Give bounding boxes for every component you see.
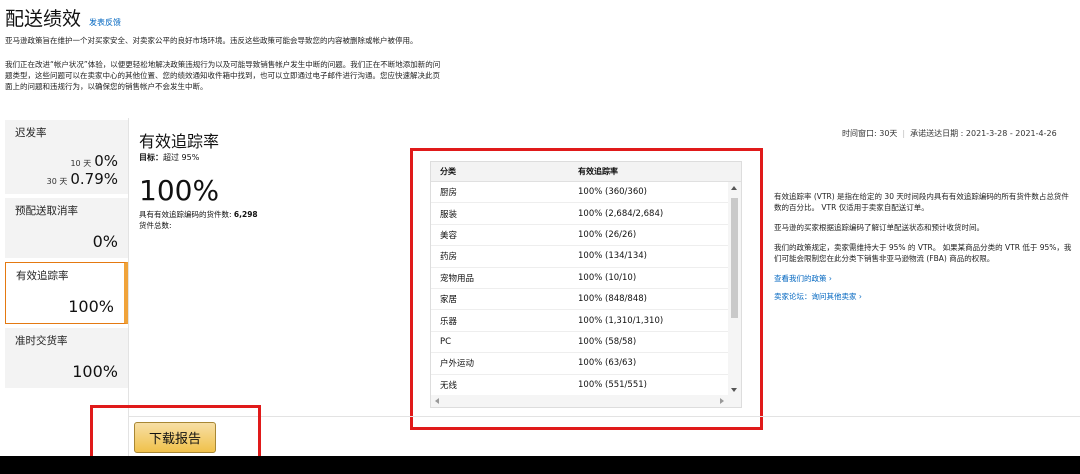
metric-value: 0.79% <box>70 170 118 188</box>
metric-pre-cancel[interactable]: 预配送取消率 0% <box>5 198 128 258</box>
period-label: 10 天 <box>70 159 92 168</box>
title-row: 配送绩效 发表反馈 <box>5 4 445 31</box>
metric-value: 0% <box>92 232 118 251</box>
goal-label: 目标： <box>139 153 163 162</box>
vtr-policy: 我们的政策规定，卖家需维持大于 95% 的 VTR。 如果某商品分类的 VTR … <box>774 243 1072 263</box>
rate-cell: 100% (63/63) <box>578 358 637 369</box>
period-label: 30 天 <box>46 177 68 186</box>
view-policy-link[interactable]: 查看我们的政策 › <box>774 273 1074 284</box>
category-cell: PC <box>440 336 452 347</box>
metric-label: 有效追踪率 <box>16 270 69 282</box>
table-header: 分类 有效追踪率 <box>431 162 741 182</box>
divider <box>128 416 1080 417</box>
table-row: 厨房 100% (360/360) <box>431 182 741 204</box>
scroll-up-icon[interactable] <box>731 186 737 190</box>
rate-cell: 100% (2,684/2,684) <box>578 208 664 219</box>
table-row: 乐器 100% (1,310/1,310) <box>431 310 741 332</box>
bottom-bar <box>0 456 1080 474</box>
metric-row-10d: 10 天 0% <box>15 152 118 170</box>
scroll-left-icon[interactable] <box>435 398 439 404</box>
table-row: 无线 100% (551/551) <box>431 375 741 396</box>
scrollbar-thumb[interactable] <box>731 198 738 318</box>
seller-forum-link[interactable]: 卖家论坛：询问其他卖家 › <box>774 291 1074 302</box>
table-row: 药房 100% (134/134) <box>431 246 741 268</box>
table-row: 宠物用品 100% (10/10) <box>431 268 741 289</box>
metric-value: 100% <box>72 362 118 381</box>
rate-cell: 100% (1,310/1,310) <box>578 315 664 326</box>
time-window: 时间窗口: 30天 | 承诺送达日期 : 2021-3-28 - 2021-4-26 <box>842 129 1057 138</box>
rate-cell: 100% (10/10) <box>578 272 637 283</box>
detail-goal: 目标：超过 95% <box>139 152 199 163</box>
metric-late-shipment[interactable]: 迟发率 10 天 0% 30 天 0.79% <box>5 120 128 194</box>
note-label: 具有有效追踪编码的货件数: <box>139 210 232 219</box>
metric-value: 0% <box>94 152 118 170</box>
vertical-scrollbar[interactable] <box>728 182 741 396</box>
category-cell: 美容 <box>440 230 458 241</box>
table-row: 美容 100% (26/26) <box>431 225 741 247</box>
rate-cell: 100% (551/551) <box>578 379 647 390</box>
scroll-right-icon[interactable] <box>720 398 724 404</box>
improvement-paragraph: 我们正在改进“帐户状况”体验，以便更轻松地解决政策违规行为以及可能导致销售帐户发… <box>5 60 441 91</box>
detail-note: 具有有效追踪编码的货件数: 6,298 货件总数: <box>139 209 309 231</box>
note-count: 6,298 <box>233 210 258 219</box>
table-row: 家居 100% (848/848) <box>431 289 741 311</box>
table-row: 服装 100% (2,684/2,684) <box>431 203 741 225</box>
rate-cell: 100% (360/360) <box>578 187 647 198</box>
feedback-link[interactable]: 发表反馈 <box>89 17 121 28</box>
page-header: 配送绩效 发表反馈 亚马逊政策旨在维护一个对买家安全、对卖家公平的良好市场环境。… <box>5 4 445 92</box>
note-total-label: 货件总数: <box>139 221 172 230</box>
rate-cell: 100% (134/134) <box>578 251 647 262</box>
category-cell: 宠物用品 <box>440 273 475 284</box>
page-title: 配送绩效 <box>5 8 82 30</box>
column-header-rate: 有效追踪率 <box>578 167 618 176</box>
table-body: 厨房 100% (360/360) 服装 100% (2,684/2,684) 美容… <box>431 182 741 396</box>
category-cell: 家居 <box>440 295 458 306</box>
scroll-down-icon[interactable] <box>731 388 737 392</box>
column-header-category: 分类 <box>440 167 456 176</box>
metric-label: 预配送取消率 <box>15 205 78 217</box>
goal-value: 超过 95% <box>163 153 200 162</box>
category-cell: 乐器 <box>440 316 458 327</box>
download-report-button[interactable]: 下载报告 <box>134 422 216 453</box>
metric-label: 迟发率 <box>15 127 47 139</box>
horizontal-scrollbar[interactable] <box>431 395 741 407</box>
metric-on-time-delivery[interactable]: 准时交货率 100% <box>5 328 128 388</box>
metric-label: 准时交货率 <box>15 335 68 347</box>
category-cell: 服装 <box>440 209 458 220</box>
category-cell: 厨房 <box>440 188 458 199</box>
metrics-sidebar: 迟发率 10 天 0% 30 天 0.79% 预配送取消率 0% 有效追踪率 1… <box>5 120 128 392</box>
category-table: 分类 有效追踪率 厨房 100% (360/360) 服装 100% (2,684/… <box>430 161 742 408</box>
detail-title: 有效追踪率 <box>139 132 220 151</box>
metric-value: 100% <box>68 297 114 316</box>
vtr-definition: 有效追踪率 (VTR) 是指在给定的 30 天时间段内具有有效追踪编码的所有货件… <box>774 192 1069 212</box>
metric-row-30d: 30 天 0.79% <box>15 170 118 188</box>
metric-valid-tracking[interactable]: 有效追踪率 100% <box>5 262 128 324</box>
delivery-date-range: 承诺送达日期 : 2021-3-28 - 2021-4-26 <box>910 129 1057 138</box>
time-window-label: 时间窗口: 30天 <box>842 129 898 138</box>
table-row: 户外运动 100% (63/63) <box>431 353 741 375</box>
detail-rate-value: 100% <box>139 174 220 207</box>
rate-cell: 100% (26/26) <box>578 229 637 240</box>
category-cell: 药房 <box>440 252 458 263</box>
vtr-buyer-info: 亚马逊的买家根据追踪编码了解订单配送状态和预计收货时间。 <box>774 223 984 232</box>
policy-paragraph: 亚马逊政策旨在维护一个对买家安全、对卖家公平的良好市场环境。违反这些政策可能会导… <box>5 36 418 45</box>
category-cell: 户外运动 <box>440 359 475 370</box>
info-panel: 有效追踪率 (VTR) 是指在给定的 30 天时间段内具有有效追踪编码的所有货件… <box>774 191 1074 309</box>
category-cell: 无线 <box>440 380 458 391</box>
rate-cell: 100% (58/58) <box>578 336 637 347</box>
table-row: PC 100% (58/58) <box>431 332 741 354</box>
rate-cell: 100% (848/848) <box>578 294 647 305</box>
